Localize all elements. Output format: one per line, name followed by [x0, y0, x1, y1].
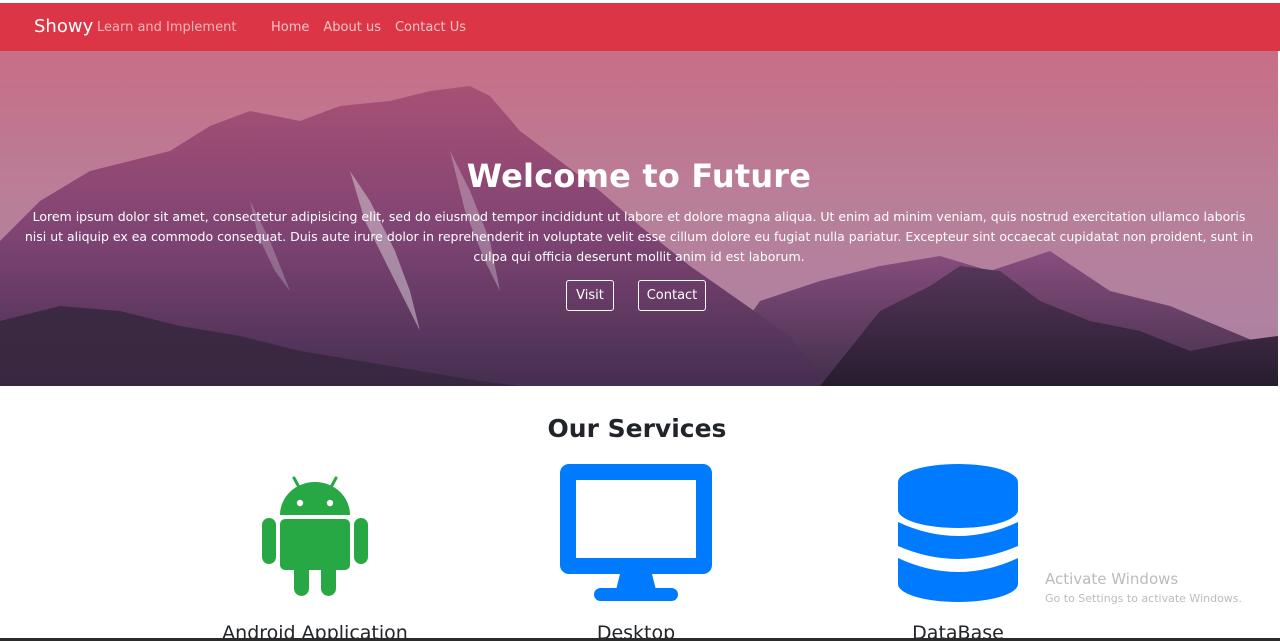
database-icon — [898, 464, 1018, 602]
hero-banner: Welcome to Future Lorem ipsum dolor sit … — [0, 51, 1278, 386]
service-android: Android Application — [185, 462, 445, 641]
hero-content: Welcome to Future Lorem ipsum dolor sit … — [0, 51, 1278, 386]
hero-description: Lorem ipsum dolor sit amet, consectetur … — [24, 209, 1254, 264]
services-title: Our Services — [547, 414, 727, 443]
watermark-subtitle: Go to Settings to activate Windows. — [1045, 592, 1243, 605]
service-desktop: Desktop — [506, 462, 766, 641]
contact-button[interactable]: Contact — [638, 280, 706, 311]
nav-link-about-us[interactable]: About us — [323, 20, 381, 35]
brand-link[interactable]: Showy — [34, 16, 93, 37]
nav-links: Home About us Contact Us — [271, 20, 466, 35]
visit-button[interactable]: Visit — [566, 280, 614, 311]
nav-link-home[interactable]: Home — [271, 20, 309, 35]
hero-title: Welcome to Future — [466, 157, 812, 195]
navbar: Showy Learn and Implement Home About us … — [0, 3, 1280, 51]
navbar-tagline: Learn and Implement — [97, 20, 237, 35]
nav-link-contact-us[interactable]: Contact Us — [395, 20, 466, 35]
windows-activation-watermark: Activate Windows Go to Settings to activ… — [1045, 570, 1242, 605]
desktop-icon — [560, 464, 712, 601]
watermark-title: Activate Windows — [1045, 570, 1179, 588]
page: Showy Learn and Implement Home About us … — [0, 0, 1280, 641]
android-icon — [262, 476, 368, 596]
